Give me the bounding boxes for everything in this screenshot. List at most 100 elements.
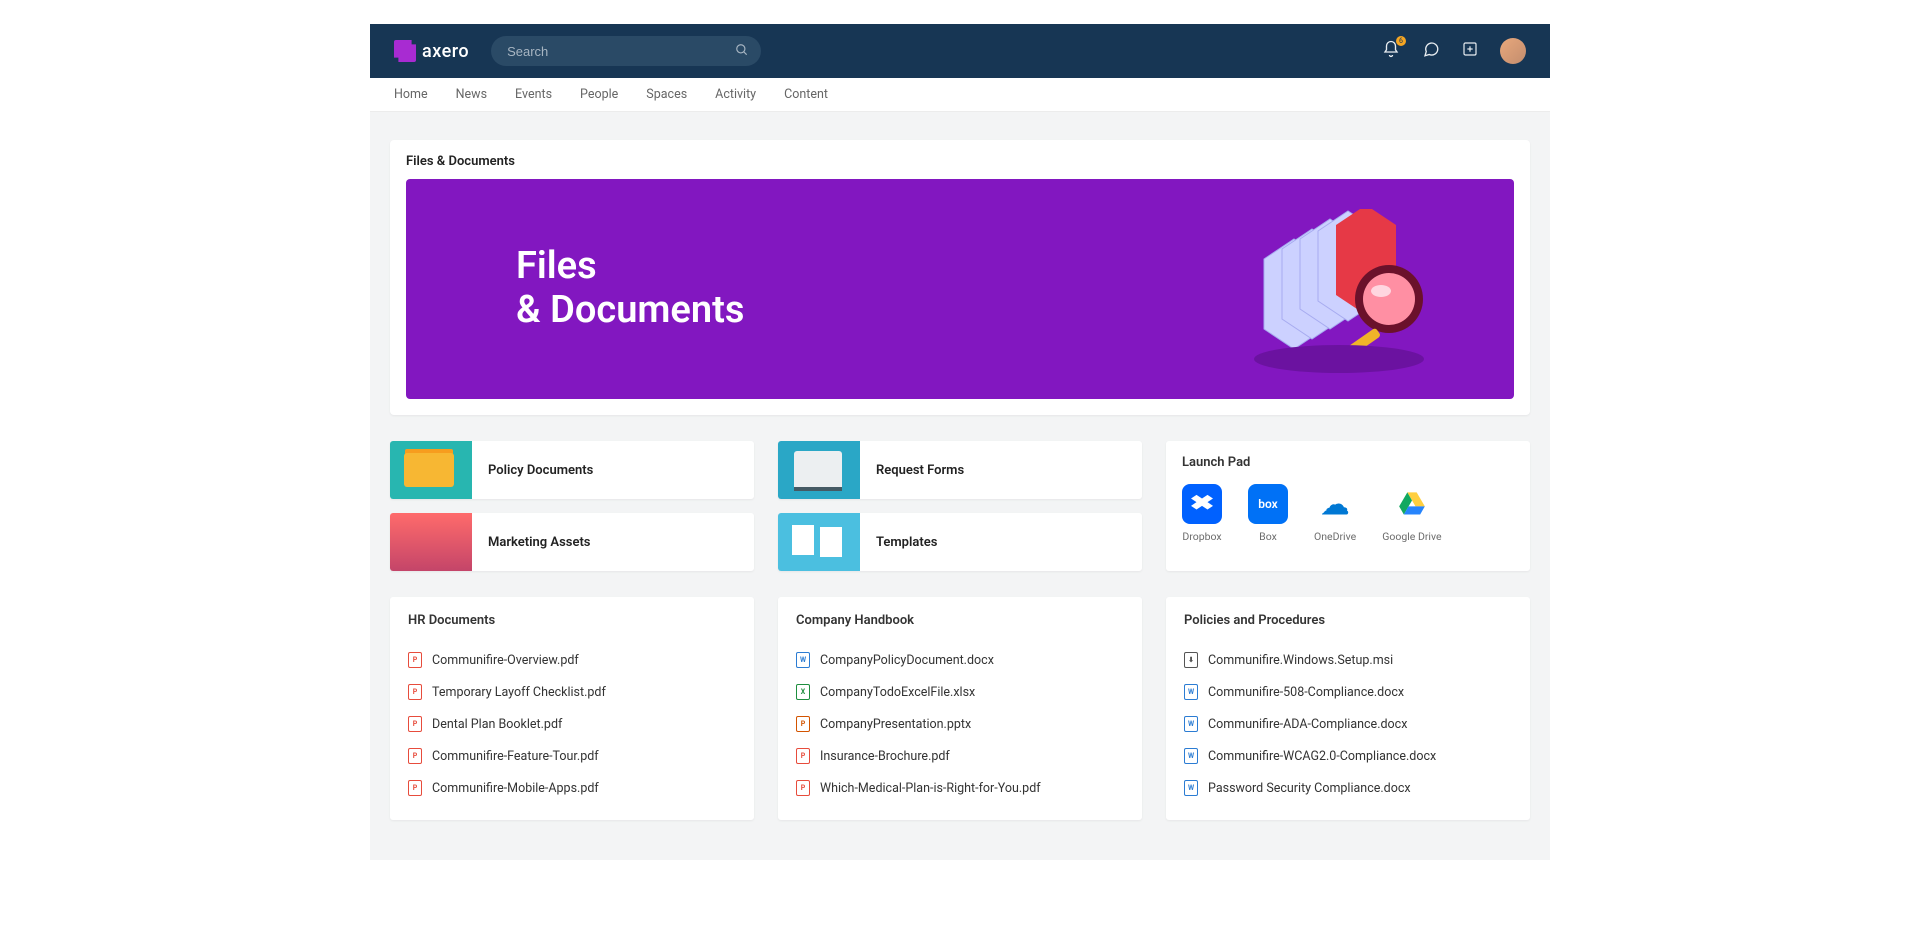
nav-events[interactable]: Events — [515, 87, 552, 102]
launch-pad-title: Launch Pad — [1182, 455, 1514, 470]
docx-file-icon: W — [1184, 716, 1198, 732]
file-item[interactable]: W Password Security Compliance.docx — [1184, 772, 1512, 804]
launch-app-dropbox[interactable]: Dropbox — [1182, 484, 1222, 543]
files-card-title: Company Handbook — [796, 613, 1124, 628]
file-item[interactable]: ⬇ Communifire.Windows.Setup.msi — [1184, 644, 1512, 676]
launch-app-onedrive[interactable]: ☁ OneDrive — [1314, 484, 1356, 543]
file-item[interactable]: PWhich-Medical-Plan-is-Right-for-You.pdf — [796, 772, 1124, 804]
file-name: Insurance-Brochure.pdf — [820, 749, 950, 764]
category-col-left: Policy Documents Marketing Assets — [390, 441, 754, 571]
file-name: Communifire-Feature-Tour.pdf — [432, 749, 599, 764]
file-name: CompanyPolicyDocument.docx — [820, 653, 994, 668]
file-name: Communifire-508-Compliance.docx — [1208, 685, 1404, 700]
docx-file-icon: W — [1184, 748, 1198, 764]
category-request-forms[interactable]: Request Forms — [778, 441, 1142, 499]
onedrive-icon: ☁ — [1315, 484, 1355, 524]
avatar[interactable] — [1500, 38, 1526, 64]
file-item[interactable]: PCommunifire-Mobile-Apps.pdf — [408, 772, 736, 804]
file-item[interactable]: W Communifire-508-Compliance.docx — [1184, 676, 1512, 708]
nav-content[interactable]: Content — [784, 87, 828, 102]
search-icon — [735, 43, 749, 61]
file-item[interactable]: W Communifire-WCAG2.0-Compliance.docx — [1184, 740, 1512, 772]
docx-file-icon: W — [796, 652, 810, 668]
search-input[interactable] — [491, 36, 761, 66]
hero-section-title: Files & Documents — [406, 154, 1514, 169]
files-card-handbook: Company Handbook W CompanyPolicyDocument.… — [778, 597, 1142, 820]
file-name: Dental Plan Booklet.pdf — [432, 717, 562, 732]
nav-people[interactable]: People — [580, 87, 618, 102]
pdf-file-icon: P — [408, 748, 422, 764]
nav-home[interactable]: Home — [394, 87, 428, 102]
brand-logo-icon — [394, 40, 416, 62]
docx-file-icon: W — [1184, 684, 1198, 700]
pptx-file-icon: P — [796, 716, 810, 732]
files-card-title: Policies and Procedures — [1184, 613, 1512, 628]
file-name: Temporary Layoff Checklist.pdf — [432, 685, 606, 700]
file-name: Communifire.Windows.Setup.msi — [1208, 653, 1393, 668]
nav-news[interactable]: News — [456, 87, 487, 102]
file-item[interactable]: P CompanyPresentation.pptx — [796, 708, 1124, 740]
file-item[interactable]: XCompanyTodoExcelFile.xlsx — [796, 676, 1124, 708]
file-name: CompanyPresentation.pptx — [820, 717, 971, 732]
search — [491, 36, 761, 66]
file-item[interactable]: P Temporary Layoff Checklist.pdf — [408, 676, 736, 708]
main-nav: Home News Events People Spaces Activity … — [370, 78, 1550, 112]
files-row: HR Documents PCommunifire-Overview.pdfPT… — [390, 597, 1530, 820]
dropbox-icon — [1182, 484, 1222, 524]
brand-name: axero — [422, 41, 469, 62]
file-item[interactable]: P Dental Plan Booklet.pdf — [408, 708, 736, 740]
nav-spaces[interactable]: Spaces — [646, 87, 687, 102]
launch-app-label: OneDrive — [1314, 530, 1356, 543]
file-item[interactable]: W CompanyPolicyDocument.docx — [796, 644, 1124, 676]
category-label: Marketing Assets — [488, 535, 591, 550]
templates-icon — [778, 513, 860, 571]
hero-banner: Files & Documents — [406, 179, 1514, 399]
hero-headline-line1: Files — [516, 244, 597, 288]
google-drive-icon — [1392, 484, 1432, 524]
pdf-file-icon: P — [408, 684, 422, 700]
hero-card: Files & Documents Files & Documents — [390, 140, 1530, 415]
launch-app-label: Dropbox — [1182, 530, 1221, 543]
files-card-hr: HR Documents PCommunifire-Overview.pdfPT… — [390, 597, 754, 820]
add-icon[interactable] — [1462, 41, 1478, 62]
file-item[interactable]: P Communifire-Overview.pdf — [408, 644, 736, 676]
file-name: Which-Medical-Plan-is-Right-for-You.pdf — [820, 781, 1041, 796]
launch-app-box[interactable]: box Box — [1248, 484, 1288, 543]
file-item[interactable]: P Communifire-Feature-Tour.pdf — [408, 740, 736, 772]
hero-headline: Files & Documents — [516, 245, 744, 332]
msi-file-icon: ⬇ — [1184, 652, 1198, 668]
category-templates[interactable]: Templates — [778, 513, 1142, 571]
pdf-file-icon: P — [408, 716, 422, 732]
file-item[interactable]: P Insurance-Brochure.pdf — [796, 740, 1124, 772]
pdf-file-icon: P — [408, 652, 422, 668]
nav-activity[interactable]: Activity — [715, 87, 756, 102]
notifications-badge: 6 — [1396, 36, 1406, 46]
notifications-button[interactable]: 6 — [1382, 40, 1400, 63]
category-label: Request Forms — [876, 463, 964, 478]
top-header: axero 6 — [370, 24, 1550, 78]
files-card-title: HR Documents — [408, 613, 736, 628]
box-icon: box — [1248, 484, 1288, 524]
category-label: Policy Documents — [488, 463, 593, 478]
header-actions: 6 — [1382, 38, 1526, 64]
pdf-file-icon: P — [796, 748, 810, 764]
brand-logo[interactable]: axero — [394, 40, 469, 62]
file-name: Communifire-Mobile-Apps.pdf — [432, 781, 599, 796]
hero-headline-line2: & Documents — [516, 288, 744, 332]
chat-icon[interactable] — [1422, 40, 1440, 63]
file-name: Communifire-Overview.pdf — [432, 653, 579, 668]
file-name: Communifire-ADA-Compliance.docx — [1208, 717, 1407, 732]
category-marketing-assets[interactable]: Marketing Assets — [390, 513, 754, 571]
launch-pad-col: Launch Pad Dropbox box Box — [1166, 441, 1530, 571]
category-col-right: Request Forms Templates — [778, 441, 1142, 571]
file-name: Communifire-WCAG2.0-Compliance.docx — [1208, 749, 1436, 764]
file-name: Password Security Compliance.docx — [1208, 781, 1411, 796]
files-card-policies: Policies and Procedures ⬇ Communifire.Win… — [1166, 597, 1530, 820]
category-policy-documents[interactable]: Policy Documents — [390, 441, 754, 499]
file-item[interactable]: W Communifire-ADA-Compliance.docx — [1184, 708, 1512, 740]
docx-file-icon: W — [1184, 780, 1198, 796]
laptop-icon — [778, 441, 860, 499]
hero-illustration — [1244, 209, 1454, 379]
marketing-icon — [390, 513, 472, 571]
launch-app-google-drive[interactable]: Google Drive — [1382, 484, 1441, 543]
